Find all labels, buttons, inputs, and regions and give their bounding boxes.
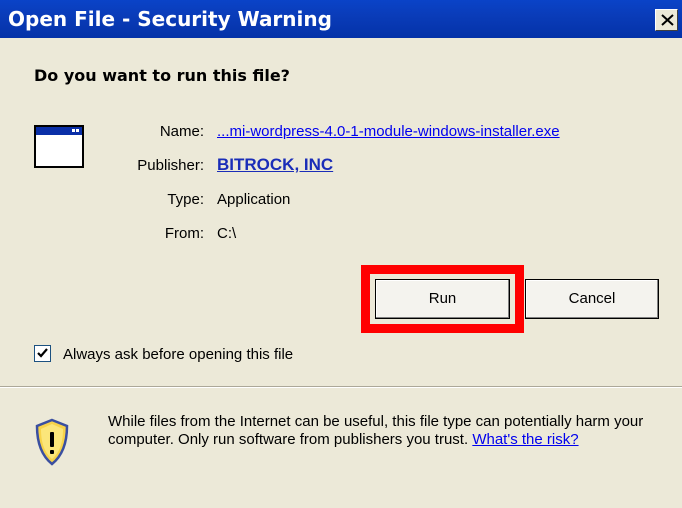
name-label: Name: bbox=[159, 123, 204, 140]
always-ask-label[interactable]: Always ask before opening this file bbox=[63, 346, 293, 363]
shield-warning-icon bbox=[35, 418, 69, 466]
publisher-link[interactable]: BITROCK, INC bbox=[217, 155, 333, 175]
dialog-question: Do you want to run this file? bbox=[34, 66, 290, 85]
close-icon bbox=[661, 14, 674, 26]
checkmark-icon bbox=[37, 348, 48, 358]
cancel-button[interactable]: Cancel bbox=[525, 279, 659, 319]
file-name-link[interactable]: ...mi-wordpress-4.0-1-module-windows-ins… bbox=[217, 123, 560, 140]
type-value: Application bbox=[217, 191, 291, 208]
from-value: C:\ bbox=[217, 225, 237, 242]
application-window-icon bbox=[34, 125, 84, 168]
from-label: From: bbox=[164, 225, 204, 242]
whats-the-risk-link[interactable]: What's the risk? bbox=[472, 431, 578, 448]
window-title: Open File - Security Warning bbox=[8, 7, 332, 31]
run-button[interactable]: Run bbox=[375, 279, 510, 319]
security-warning-dialog: Open File - Security Warning Do you want… bbox=[0, 0, 682, 508]
divider-highlight bbox=[0, 387, 682, 388]
warning-message: While files from the Internet can be use… bbox=[108, 413, 648, 449]
type-label: Type: bbox=[167, 191, 204, 208]
always-ask-checkbox[interactable] bbox=[34, 345, 51, 362]
title-bar[interactable]: Open File - Security Warning bbox=[0, 0, 682, 38]
publisher-label: Publisher: bbox=[137, 157, 204, 174]
close-button[interactable] bbox=[655, 9, 678, 31]
